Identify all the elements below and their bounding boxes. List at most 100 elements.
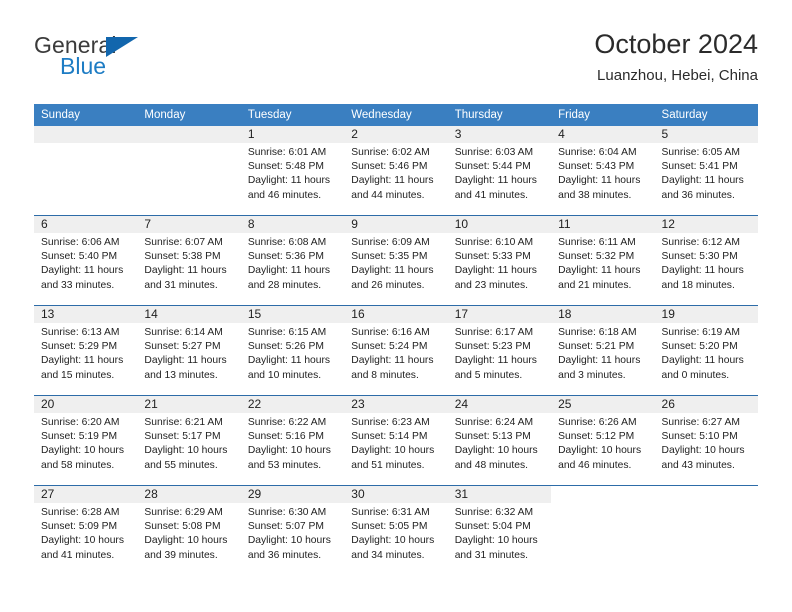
day-cell[interactable]: Sunrise: 6:32 AM Sunset: 5:04 PM Daylight:… — [448, 503, 551, 575]
day-cell[interactable]: Sunrise: 6:21 AM Sunset: 5:17 PM Daylight:… — [137, 413, 240, 485]
daylight-minutes-text: and 46 minutes. — [247, 189, 322, 201]
day-cell[interactable]: Sunrise: 6:12 AM Sunset: 5:30 PM Daylight:… — [655, 233, 758, 305]
calendar-weeks: 1 2 3 4 5 Sunrise: 6:01 AM Sunset: 5:48 PM Dayl… — [34, 126, 758, 575]
day-cell[interactable]: Sunrise: 6:02 AM Sunset: 5:46 PM Daylight:… — [344, 143, 447, 215]
day-number[interactable]: 8 — [241, 216, 344, 233]
day-number[interactable]: 21 — [137, 396, 240, 413]
day-cell[interactable]: Sunrise: 6:03 AM Sunset: 5:44 PM Daylight:… — [448, 143, 551, 215]
day-number[interactable]: 22 — [241, 396, 344, 413]
calendar-week-row: 20 21 22 23 24 25 26 Sunrise: 6:20 AM Sunset: 5:… — [34, 395, 758, 485]
day-number[interactable]: 27 — [34, 486, 137, 503]
calendar-page: General Blue October 2024 Luanzhou, Hebe… — [0, 0, 792, 612]
day-number[interactable]: 2 — [344, 126, 447, 143]
day-number[interactable]: 15 — [241, 306, 344, 323]
day-number[interactable]: 20 — [34, 396, 137, 413]
sunset-text: Sunset: 5:41 PM — [661, 161, 738, 173]
day-number[interactable]: 18 — [551, 306, 654, 323]
sunrise-text: Sunrise: 6:23 AM — [351, 417, 430, 428]
sunset-text: Sunset: 5:32 PM — [558, 251, 635, 263]
day-cell[interactable]: Sunrise: 6:31 AM Sunset: 5:05 PM Daylight:… — [344, 503, 447, 575]
day-number[interactable]: 6 — [34, 216, 137, 233]
daylight-minutes-text: and 44 minutes. — [351, 189, 425, 201]
day-number[interactable]: 31 — [448, 486, 551, 503]
calendar-week-row: 1 2 3 4 5 Sunrise: 6:01 AM Sunset: 5:48 PM Dayl… — [34, 126, 758, 215]
day-number[interactable]: 5 — [655, 126, 758, 143]
day-number[interactable]: 13 — [34, 306, 137, 323]
general-blue-logo[interactable]: General Blue — [34, 32, 254, 88]
day-cell[interactable]: Sunrise: 6:17 AM Sunset: 5:23 PM Daylight:… — [448, 323, 551, 395]
sunrise-text: Sunrise: 6:10 AM — [454, 237, 534, 248]
sunrise-text: Sunrise: 6:31 AM — [351, 507, 430, 518]
sunrise-text: Sunrise: 6:15 AM — [247, 327, 327, 338]
daylight-text: Daylight: 11 hours — [454, 265, 537, 277]
sunset-text: Sunset: 5:36 PM — [247, 251, 324, 263]
day-cell[interactable]: Sunrise: 6:22 AM Sunset: 5:16 PM Daylight:… — [241, 413, 344, 485]
sunset-text: Sunset: 5:12 PM — [558, 431, 635, 443]
day-cell[interactable]: Sunrise: 6:07 AM Sunset: 5:38 PM Daylight:… — [137, 233, 240, 305]
day-cell[interactable]: Sunrise: 6:20 AM Sunset: 5:19 PM Daylight:… — [34, 413, 137, 485]
day-number[interactable]: 28 — [137, 486, 240, 503]
day-cell[interactable]: Sunrise: 6:05 AM Sunset: 5:41 PM Daylight:… — [655, 143, 758, 215]
day-cell[interactable]: Sunrise: 6:18 AM Sunset: 5:21 PM Daylight:… — [551, 323, 654, 395]
day-cell[interactable]: Sunrise: 6:11 AM Sunset: 5:32 PM Daylight:… — [551, 233, 654, 305]
day-number[interactable]: 23 — [344, 396, 447, 413]
day-number[interactable]: 26 — [655, 396, 758, 413]
daylight-text: Daylight: 11 hours — [144, 355, 227, 367]
daylight-text: Daylight: 10 hours — [41, 535, 124, 547]
day-number[interactable]: 10 — [448, 216, 551, 233]
day-number[interactable]: 3 — [448, 126, 551, 143]
day-number[interactable]: 4 — [551, 126, 654, 143]
daylight-text: Daylight: 11 hours — [454, 355, 537, 367]
day-number[interactable]: 7 — [137, 216, 240, 233]
daylight-minutes-text: and 58 minutes. — [41, 459, 115, 471]
day-cell[interactable]: Sunrise: 6:24 AM Sunset: 5:13 PM Daylight:… — [448, 413, 551, 485]
day-cell[interactable]: Sunrise: 6:26 AM Sunset: 5:12 PM Daylight:… — [551, 413, 654, 485]
day-number[interactable]: 29 — [241, 486, 344, 503]
sunset-text: Sunset: 5:26 PM — [247, 341, 324, 353]
day-number[interactable]: 30 — [344, 486, 447, 503]
day-cell[interactable]: Sunrise: 6:13 AM Sunset: 5:29 PM Daylight:… — [34, 323, 137, 395]
day-number[interactable]: 12 — [655, 216, 758, 233]
sunrise-text: Sunrise: 6:02 AM — [351, 147, 430, 158]
day-cell[interactable]: Sunrise: 6:15 AM Sunset: 5:26 PM Daylight:… — [241, 323, 344, 395]
day-cell[interactable]: Sunrise: 6:09 AM Sunset: 5:35 PM Daylight:… — [344, 233, 447, 305]
day-cell[interactable]: Sunrise: 6:14 AM Sunset: 5:27 PM Daylight:… — [137, 323, 240, 395]
day-number[interactable]: 14 — [137, 306, 240, 323]
sunrise-text: Sunrise: 6:19 AM — [661, 327, 740, 338]
day-cell[interactable]: Sunrise: 6:28 AM Sunset: 5:09 PM Daylight:… — [34, 503, 137, 575]
day-number[interactable]: 19 — [655, 306, 758, 323]
day-number[interactable]: 1 — [241, 126, 344, 143]
daylight-text: Daylight: 10 hours — [454, 445, 538, 457]
day-cell[interactable]: Sunrise: 6:19 AM Sunset: 5:20 PM Daylight:… — [655, 323, 758, 395]
daylight-minutes-text: and 39 minutes. — [144, 549, 218, 561]
daylight-minutes-text: and 43 minutes. — [661, 459, 735, 471]
day-cell-empty — [551, 503, 654, 575]
daylight-text: Daylight: 11 hours — [41, 355, 124, 367]
sunrise-text: Sunrise: 6:17 AM — [454, 327, 534, 338]
day-number-empty — [654, 486, 758, 503]
day-cell[interactable]: Sunrise: 6:10 AM Sunset: 5:33 PM Daylight:… — [448, 233, 551, 305]
day-number[interactable]: 24 — [448, 396, 551, 413]
daylight-minutes-text: and 34 minutes. — [351, 549, 425, 561]
daylight-minutes-text: and 23 minutes. — [454, 279, 528, 291]
day-cell[interactable]: Sunrise: 6:29 AM Sunset: 5:08 PM Daylight:… — [137, 503, 240, 575]
day-cell[interactable]: Sunrise: 6:16 AM Sunset: 5:24 PM Daylight:… — [344, 323, 447, 395]
day-cell[interactable]: Sunrise: 6:06 AM Sunset: 5:40 PM Daylight:… — [34, 233, 137, 305]
day-number[interactable]: 25 — [551, 396, 654, 413]
day-cell[interactable]: Sunrise: 6:08 AM Sunset: 5:36 PM Daylight:… — [241, 233, 344, 305]
day-cell[interactable]: Sunrise: 6:27 AM Sunset: 5:10 PM Daylight:… — [655, 413, 758, 485]
sunrise-text: Sunrise: 6:09 AM — [351, 237, 430, 248]
week-day-number-band: 13 14 15 16 17 18 19 — [34, 306, 758, 323]
day-cell[interactable]: Sunrise: 6:01 AM Sunset: 5:48 PM Daylight:… — [241, 143, 344, 215]
daylight-minutes-text: and 15 minutes. — [41, 369, 115, 381]
day-cell[interactable]: Sunrise: 6:30 AM Sunset: 5:07 PM Daylight:… — [241, 503, 344, 575]
day-cell[interactable]: Sunrise: 6:04 AM Sunset: 5:43 PM Daylight:… — [551, 143, 654, 215]
daylight-minutes-text: and 33 minutes. — [41, 279, 115, 291]
day-number[interactable]: 17 — [448, 306, 551, 323]
day-number[interactable]: 9 — [344, 216, 447, 233]
day-number[interactable]: 16 — [344, 306, 447, 323]
calendar-table: Sunday Monday Tuesday Wednesday Thursday Frid… — [34, 104, 758, 575]
day-number[interactable]: 11 — [551, 216, 654, 233]
sunset-text: Sunset: 5:17 PM — [144, 431, 221, 443]
day-cell[interactable]: Sunrise: 6:23 AM Sunset: 5:14 PM Daylight:… — [344, 413, 447, 485]
